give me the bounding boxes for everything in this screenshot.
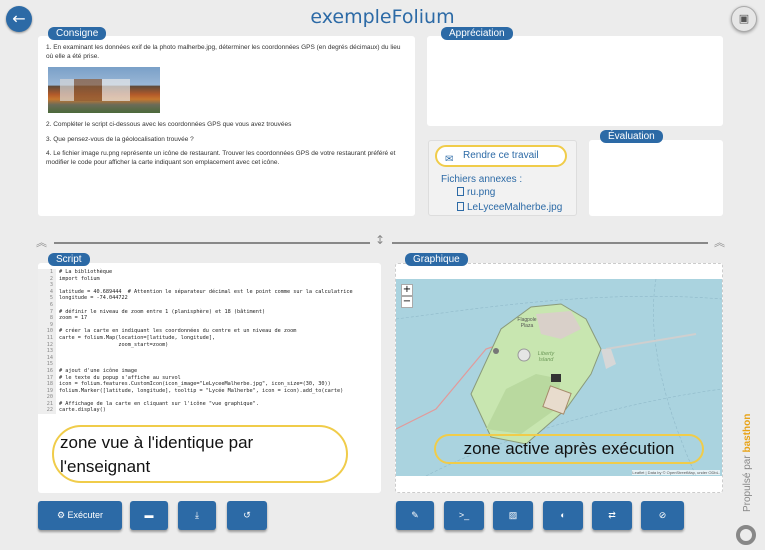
collapse-right-chevron-icon[interactable]: ︽ [714,234,725,250]
brush-icon: ✎ [411,510,419,520]
powered-by[interactable]: Propulsé par basthon [742,414,753,512]
terminal-icon: >_ [458,510,470,520]
swap-icon: ⇄ [608,510,616,520]
code-content[interactable]: # La bibliothèque import folium latitude… [59,269,353,414]
collapse-left-chevron-icon[interactable]: ︽ [36,234,47,250]
consigne-p4: 4. Le fichier image ru.png représente un… [46,150,396,166]
line-numbers: 1 2 3 4 5 6 7 8 9 10 11 12 13 14 15 16 1… [38,269,56,415]
consigne-tag: Consigne [48,27,107,40]
swap-button[interactable]: ⇄ [592,501,632,530]
save-icon: ▣ [738,12,750,25]
appreciation-tag: Appréciation [441,27,513,40]
annotation-right: zone active après exécution [434,434,704,464]
console-button[interactable]: >_ [444,501,484,530]
hide-button[interactable]: ⊘ [641,501,684,530]
splitter-line-right [392,242,708,244]
send-icon: ✉ [445,154,454,165]
zoom-in-button[interactable]: + [401,284,413,296]
image-icon: ▨ [508,510,518,520]
lycee-photo [48,67,160,113]
map-attribution[interactable]: Leaflet | Data by © OpenStreetMap, under… [632,470,720,475]
render-button-label: Rendre ce travail [463,150,539,161]
app-title: exempleFolium [310,6,455,28]
undo-icon: ↺ [243,510,251,520]
folder-icon: ▬ [144,510,154,520]
clear-button[interactable]: ✎ [396,501,434,530]
annex-file-ru[interactable]: ru.png [457,187,495,198]
theme-button[interactable]: ◐ [543,501,583,530]
splitter-line-left [54,242,370,244]
save-button[interactable]: ▣ [731,6,757,32]
gear-icon: ⚙ [56,510,68,520]
map-label-flagpole: Flagpole Plaza [517,317,537,329]
consigne-p3: 3. Que pensez-vous de la géolocalisation… [46,135,194,143]
consigne-p2: 2. Compléter le script ci-dessous avec l… [46,121,292,128]
appreciation-panel[interactable] [427,36,723,126]
consigne-panel: 1. En examinant les données exif de la p… [38,36,415,216]
eye-off-icon: ⊘ [658,510,667,520]
execute-button[interactable]: ⚙ Exécuter [38,501,122,530]
map-label-liberty: Liberty Island [537,351,555,363]
lycee-marker-icon[interactable] [551,374,561,382]
file-icon [457,187,464,196]
render-button[interactable]: ✉ Rendre ce travail [435,145,567,167]
script-tag: Script [48,253,90,266]
contrast-icon: ◐ [560,510,566,520]
download-button[interactable]: ⤓ [178,501,216,530]
evaluation-tag: Évaluation [600,130,663,143]
download-icon: ⤓ [195,510,199,520]
zoom-out-button[interactable]: − [401,296,413,308]
vertical-resize-icon[interactable]: ↕ [375,233,385,247]
annex-title: Fichiers annexes : [441,174,523,185]
reset-button[interactable]: ↺ [227,501,267,530]
render-box: ✉ Rendre ce travail Fichiers annexes : r… [428,140,577,216]
lifebuoy-icon[interactable] [736,525,756,545]
graph-tag: Graphique [405,253,468,266]
annex-file-lycee[interactable]: LeLyceeMalherbe.jpg [457,202,562,213]
file-icon [457,202,464,211]
evaluation-panel [589,140,723,216]
graph-view-button[interactable]: ▨ [493,501,533,530]
open-file-button[interactable]: ▬ [130,501,168,530]
consigne-p1: 1. En examinant les données exif de la p… [46,44,401,60]
annotation-left: zone vue à l'identique par l'enseignant [52,425,348,483]
